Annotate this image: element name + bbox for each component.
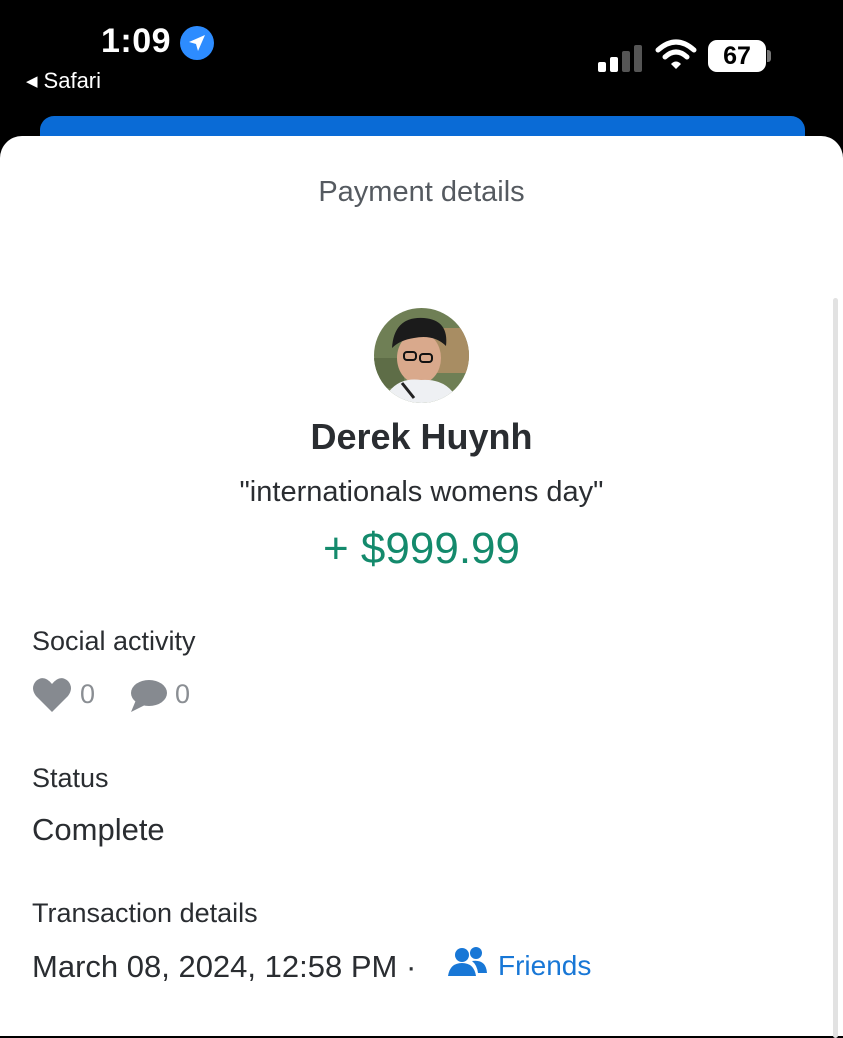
battery-icon: 67	[708, 40, 766, 72]
transaction-details-label: Transaction details	[32, 898, 258, 928]
signal-icon	[598, 42, 642, 72]
location-arrow-icon	[180, 26, 214, 60]
heart-icon[interactable]	[32, 676, 72, 719]
like-count: 0	[80, 679, 96, 709]
social-activity-label: Social activity	[32, 626, 196, 656]
comment-count: 0	[175, 679, 191, 709]
avatar[interactable]	[374, 308, 469, 403]
battery-cap	[767, 50, 771, 62]
clock-time: 1:09	[101, 22, 172, 60]
friends-icon	[448, 946, 488, 983]
comment-icon[interactable]	[128, 678, 168, 721]
status-bar: 1:09 ◀ Safari 67	[0, 0, 843, 130]
wifi-icon	[655, 38, 697, 77]
payment-details-sheet: Payment details Derek Huynh "internation…	[0, 136, 843, 1038]
counterparty-name: Derek Huynh	[310, 416, 533, 457]
payment-amount: + $999.99	[323, 524, 520, 573]
back-arrow-icon: ◀	[26, 73, 38, 90]
back-label: Safari	[43, 68, 102, 93]
status-label: Status	[32, 763, 109, 793]
sheet-title: Payment details	[318, 176, 525, 208]
scrollbar[interactable]	[833, 298, 838, 1038]
audience-friends-link[interactable]: Friends	[498, 950, 591, 982]
status-value: Complete	[32, 812, 165, 847]
back-to-safari-link[interactable]: ◀ Safari	[26, 68, 101, 94]
payment-note: "internationals womens day"	[239, 476, 604, 508]
transaction-datetime: March 08, 2024, 12:58 PM ·	[32, 949, 417, 984]
